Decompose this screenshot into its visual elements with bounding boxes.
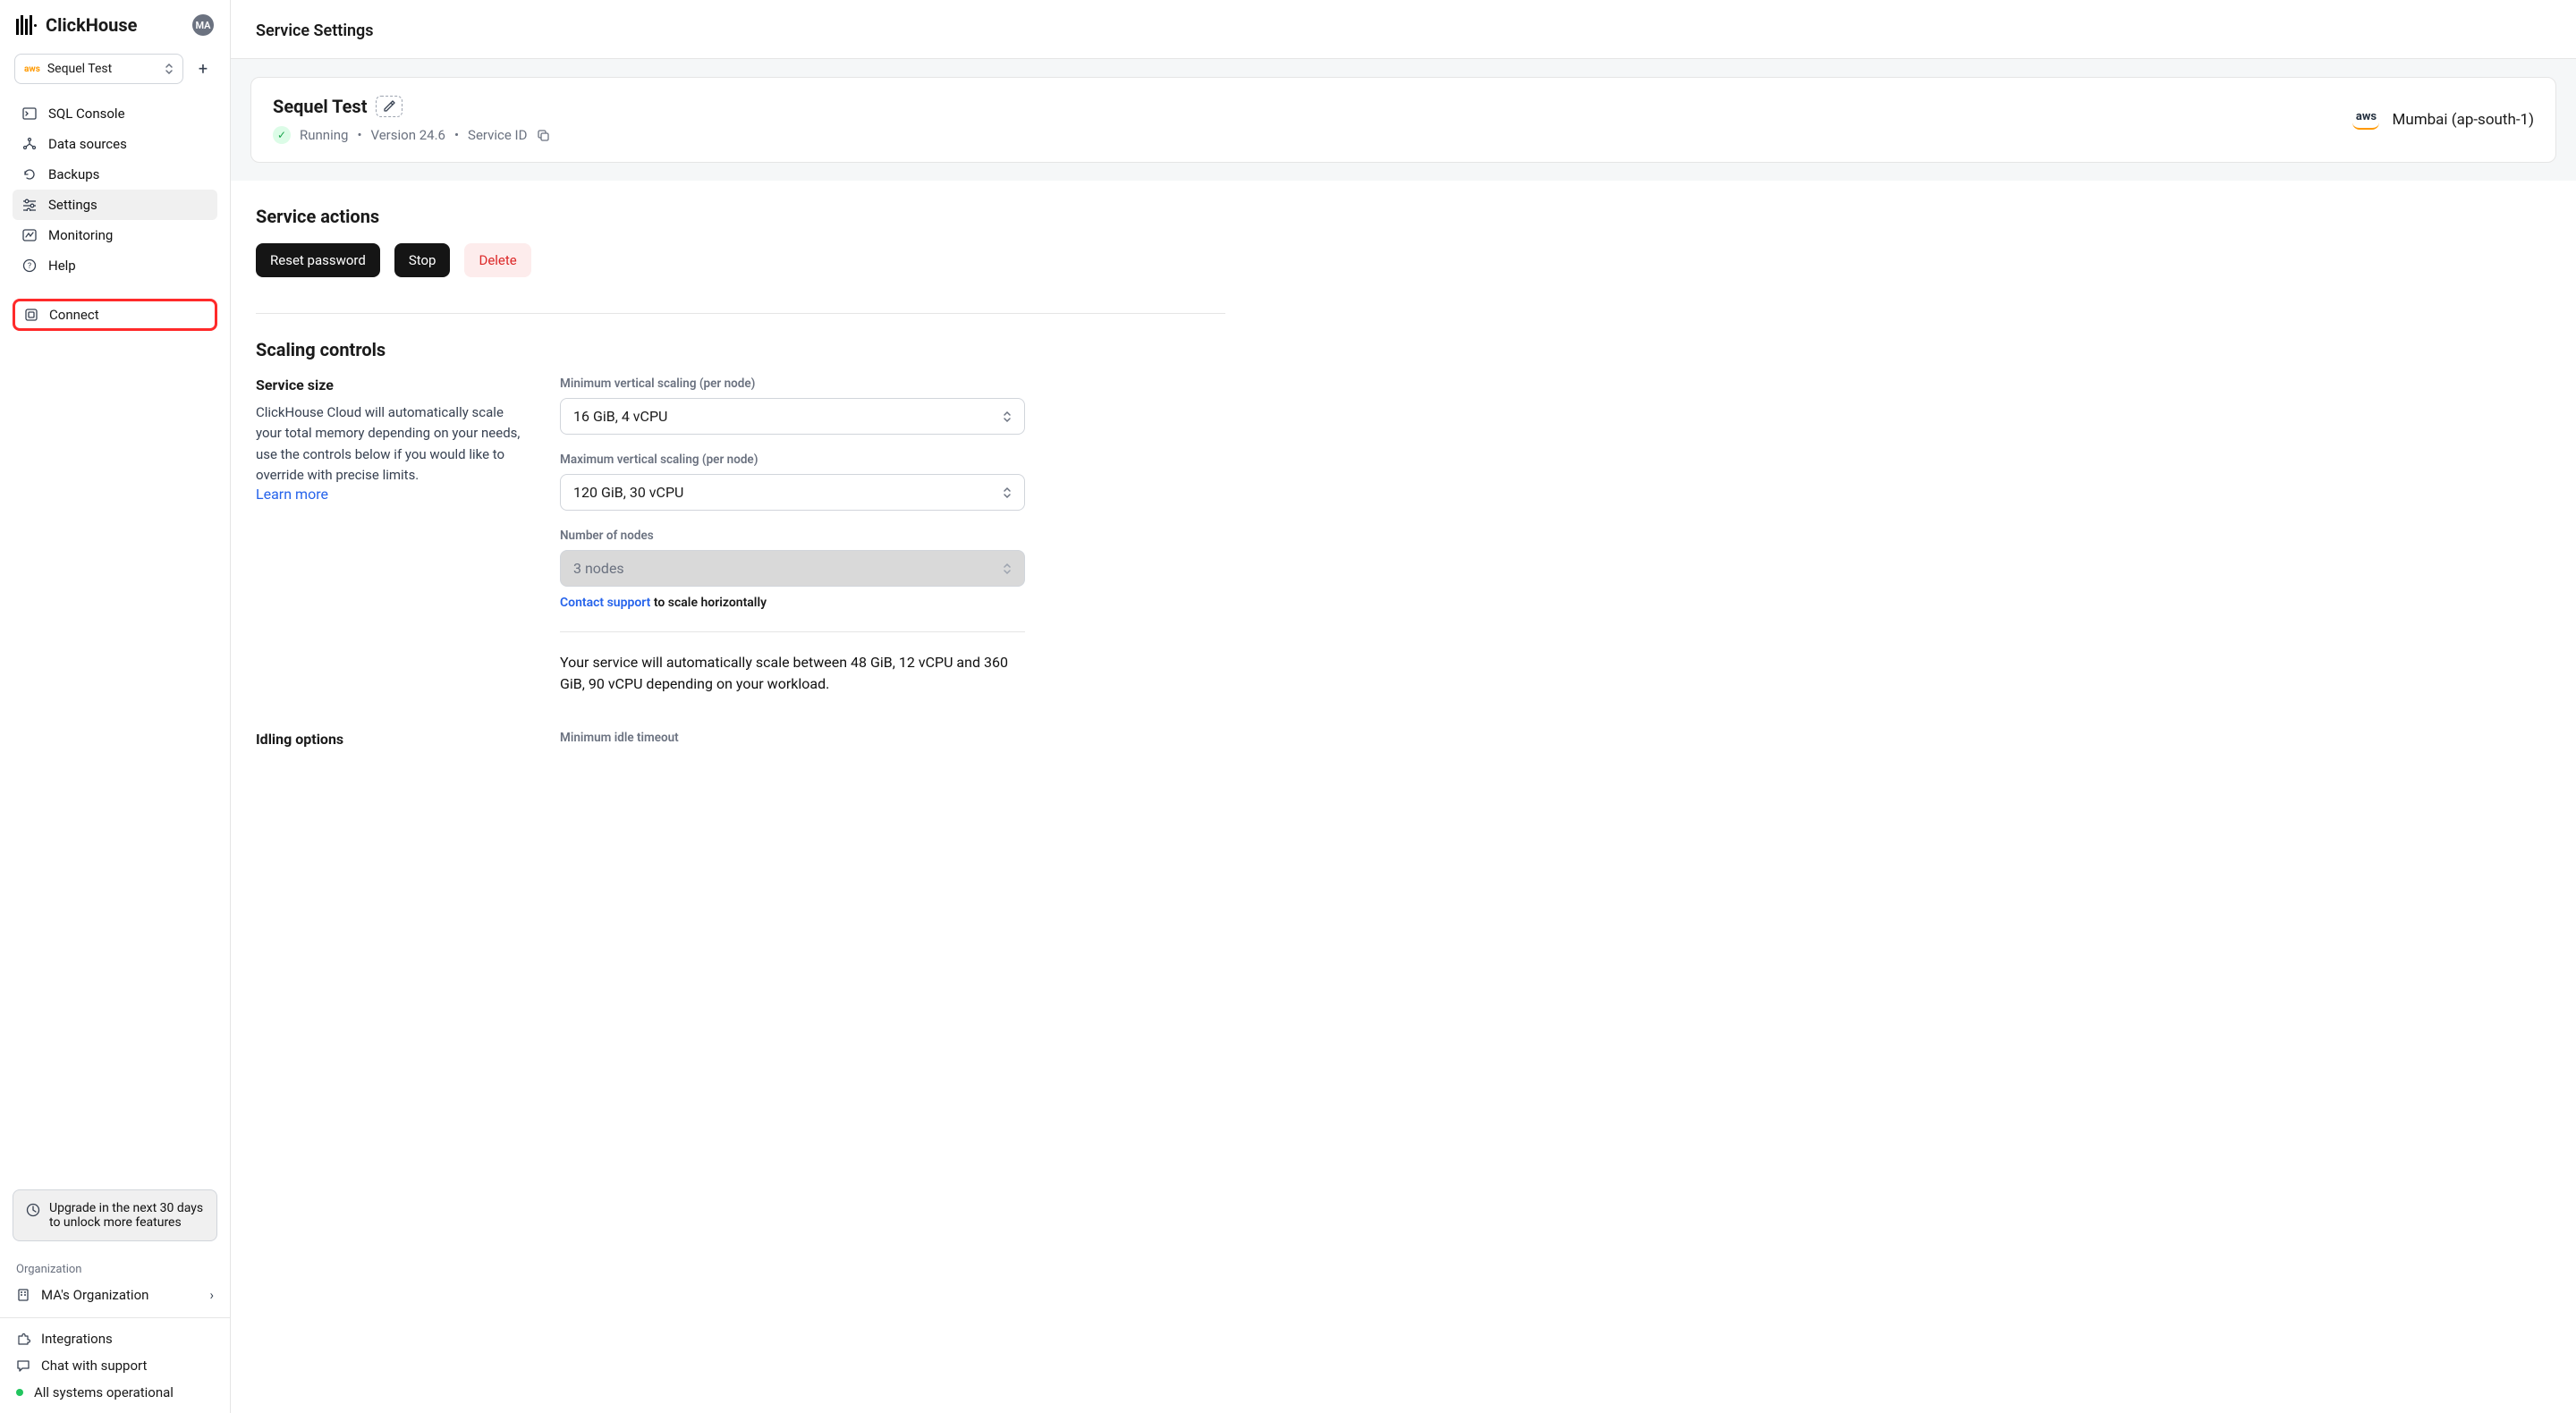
sidebar-item-label: Settings	[48, 197, 97, 213]
sidebar-item-data-sources[interactable]: Data sources	[13, 129, 217, 159]
pencil-icon	[383, 100, 395, 113]
max-scaling-label: Maximum vertical scaling (per node)	[560, 453, 1025, 467]
min-scaling-select[interactable]: 16 GiB, 4 vCPU	[560, 398, 1025, 435]
sidebar-item-label: SQL Console	[48, 106, 125, 122]
building-icon	[16, 1288, 30, 1302]
divider	[256, 313, 1225, 314]
sidebar-item-chat[interactable]: Chat with support	[16, 1358, 214, 1374]
sidebar-item-settings[interactable]: Settings	[13, 190, 217, 220]
terminal-icon	[21, 107, 38, 120]
nodes-select: 3 nodes	[560, 550, 1025, 587]
main-content: Service Settings Sequel Test ✓ Running •…	[231, 0, 2576, 1413]
aws-provider-icon: aws	[2352, 111, 2379, 130]
question-icon: ?	[21, 258, 38, 273]
chevron-right-icon: ›	[209, 1287, 214, 1303]
max-scaling-value: 120 GiB, 30 vCPU	[573, 484, 683, 501]
min-idle-label: Minimum idle timeout	[560, 731, 1025, 745]
integrations-label: Integrations	[41, 1331, 113, 1347]
chevron-up-down-icon	[165, 63, 174, 75]
avatar[interactable]: MA	[192, 14, 214, 36]
delete-button[interactable]: Delete	[464, 243, 530, 277]
puzzle-icon	[16, 1332, 30, 1346]
sidebar-item-label: Data sources	[48, 136, 127, 152]
chevron-up-down-icon	[1003, 487, 1012, 499]
upgrade-banner[interactable]: Upgrade in the next 30 days to unlock mo…	[13, 1189, 217, 1241]
copy-icon	[536, 128, 550, 142]
sidebar-item-sql-console[interactable]: SQL Console	[13, 98, 217, 129]
chat-icon	[16, 1358, 30, 1373]
contact-support-link[interactable]: Contact support	[560, 596, 650, 610]
min-scaling-value: 16 GiB, 4 vCPU	[573, 408, 667, 425]
chevron-up-down-icon	[1003, 563, 1012, 575]
svg-text:?: ?	[28, 262, 31, 271]
connect-icon	[24, 308, 38, 322]
sidebar-item-integrations[interactable]: Integrations	[16, 1331, 214, 1347]
service-actions-heading: Service actions	[256, 206, 1225, 227]
service-selector[interactable]: aws Sequel Test	[14, 54, 183, 84]
connect-label: Connect	[49, 307, 99, 323]
sidebar-item-status[interactable]: All systems operational	[16, 1384, 214, 1400]
chat-label: Chat with support	[41, 1358, 147, 1374]
sidebar-item-connect[interactable]: Connect	[13, 299, 217, 331]
sidebar-item-backups[interactable]: Backups	[13, 159, 217, 190]
reset-password-button[interactable]: Reset password	[256, 243, 380, 277]
service-region: Mumbai (ap-south-1)	[2392, 111, 2534, 129]
status-label: All systems operational	[34, 1384, 174, 1400]
sidebar-item-monitoring[interactable]: Monitoring	[13, 220, 217, 250]
sidebar-item-label: Backups	[48, 166, 99, 182]
brand-name: ClickHouse	[46, 14, 137, 36]
nodes-label: Number of nodes	[560, 529, 1025, 543]
organization-name: MA's Organization	[41, 1287, 148, 1303]
organization-heading: Organization	[16, 1263, 214, 1276]
new-service-button[interactable]: +	[191, 56, 216, 81]
aws-icon: aws	[24, 64, 40, 74]
sidebar-item-label: Help	[48, 258, 76, 274]
page-title: Service Settings	[231, 0, 2576, 59]
stop-button[interactable]: Stop	[394, 243, 451, 277]
learn-more-link[interactable]: Learn more	[256, 486, 328, 503]
sliders-icon	[21, 199, 38, 211]
sidebar-item-help[interactable]: ? Help	[13, 250, 217, 281]
sidebar-nav: SQL Console Data sources Backups Setting…	[0, 98, 230, 281]
clickhouse-logo-icon	[16, 15, 37, 35]
copy-service-id-button[interactable]	[536, 128, 550, 142]
history-icon	[21, 167, 38, 182]
min-scaling-label: Minimum vertical scaling (per node)	[560, 377, 1025, 391]
status-check-icon: ✓	[273, 126, 291, 144]
nodes-value: 3 nodes	[573, 560, 624, 577]
chevron-up-down-icon	[1003, 410, 1012, 423]
organization-row[interactable]: MA's Organization ›	[16, 1287, 214, 1303]
service-selector-value: Sequel Test	[47, 62, 112, 76]
chart-icon	[21, 229, 38, 241]
service-id-label: Service ID	[468, 127, 527, 143]
upgrade-text: Upgrade in the next 30 days to unlock mo…	[49, 1201, 204, 1230]
clock-icon	[26, 1203, 40, 1230]
idling-heading: Idling options	[256, 731, 524, 748]
service-status: Running	[300, 127, 348, 143]
scaling-heading: Scaling controls	[256, 339, 1225, 360]
sidebar: ClickHouse MA aws Sequel Test + SQL Cons…	[0, 0, 231, 1413]
auto-scale-note: Your service will automatically scale be…	[560, 631, 1025, 695]
nodes-icon	[21, 137, 38, 151]
service-hero-card: Sequel Test ✓ Running • Version 24.6 • S…	[250, 77, 2556, 163]
sidebar-item-label: Monitoring	[48, 227, 113, 243]
service-version: Version 24.6	[371, 127, 445, 143]
service-size-heading: Service size	[256, 377, 524, 393]
max-scaling-select[interactable]: 120 GiB, 30 vCPU	[560, 474, 1025, 511]
status-dot-icon	[16, 1389, 23, 1396]
contact-suffix: to scale horizontally	[654, 596, 767, 610]
service-name: Sequel Test	[273, 96, 367, 117]
service-size-description: ClickHouse Cloud will automatically scal…	[256, 402, 524, 486]
edit-name-button[interactable]	[376, 96, 402, 117]
